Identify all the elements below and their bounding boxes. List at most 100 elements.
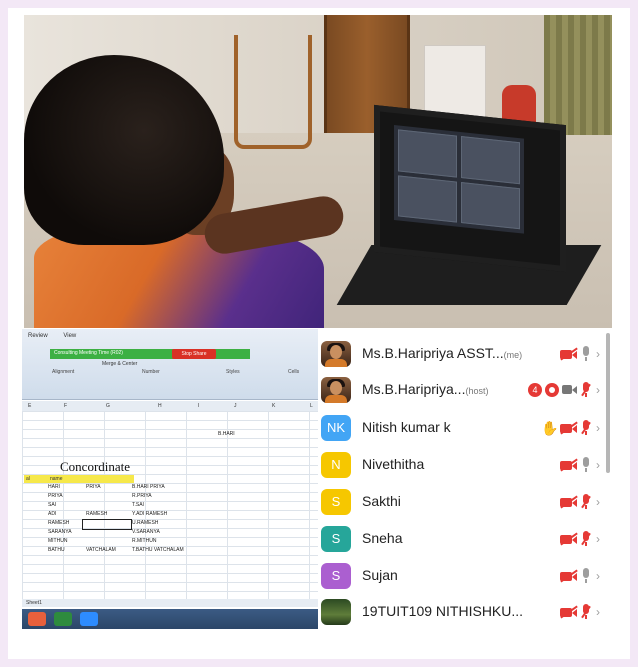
laptop-screen (374, 104, 566, 273)
zoom-icon[interactable] (80, 612, 98, 626)
video-tile (461, 181, 520, 230)
mic-on-icon (581, 457, 591, 473)
ribbon-tabs: Review View (28, 333, 90, 339)
video-off-icon (560, 421, 578, 435)
participant-tag: (host) (465, 386, 489, 396)
meeting-share-bar: Consulting Meeting Time (R02) (50, 349, 250, 359)
chevron-right-icon[interactable]: › (594, 458, 602, 472)
chevron-right-icon[interactable]: › (594, 421, 602, 435)
sheet-heading[interactable]: Concordinate (60, 459, 130, 475)
participant-status-icons: › (560, 567, 602, 585)
selected-cell[interactable] (82, 519, 132, 530)
table-row[interactable]: RAMESH U.RAMESH (22, 520, 242, 528)
participant-row[interactable]: N Nivethitha › (318, 446, 610, 482)
video-off-icon (560, 458, 578, 472)
chevron-right-icon[interactable]: › (594, 569, 602, 583)
chevron-right-icon[interactable]: › (594, 495, 602, 509)
participant-row[interactable]: Ms.B.Haripriya ASST...(me) › (318, 335, 610, 371)
participant-row[interactable]: S Sneha › (318, 520, 610, 556)
excel-ribbon: Review View Consulting Meeting Time (R02… (22, 329, 320, 400)
participant-row[interactable]: NK Nitish kumar k ✋ › (318, 409, 610, 445)
col-header[interactable]: L (310, 403, 313, 409)
chevron-right-icon[interactable]: › (594, 605, 602, 619)
table-row[interactable]: HARI PRIYA B.HARI PRIYA (22, 484, 242, 492)
col-header[interactable]: K (272, 403, 275, 409)
col-header[interactable]: I (198, 403, 199, 409)
participant-name: Nitish kumar k (362, 419, 451, 435)
participant-avatar: S (321, 563, 351, 589)
video-off-icon (560, 495, 578, 509)
participant-row[interactable]: S Sakthi › (318, 483, 610, 519)
col-header[interactable]: G (106, 403, 110, 409)
notification-badge: 4 (528, 383, 542, 397)
participants-list: Ms.B.Haripriya ASST...(me) › Ms.B.Haripr… (318, 329, 610, 639)
cell-value[interactable]: B.HARI (218, 431, 235, 437)
participant-name: Nivethitha (362, 456, 425, 472)
sheet-tabs: Sheet1 (22, 599, 320, 607)
participant-row[interactable]: Ms.B.Haripriya...(host) 4 › (318, 371, 610, 407)
header-cell: al (26, 476, 30, 482)
table-row[interactable]: PRIYA R.PRIYA (22, 493, 242, 501)
participant-status-icons: 4 › (528, 381, 602, 399)
table-row[interactable]: SARANYA V.SARANYA (22, 529, 242, 537)
participant-status-icons: › (560, 493, 602, 511)
chevron-right-icon[interactable]: › (594, 347, 602, 361)
video-off-icon (560, 532, 578, 546)
app-icon[interactable] (28, 612, 46, 626)
participant-name: Sneha (362, 530, 403, 546)
table-row[interactable]: ADI RAMESH Y.ADI RAMESH (22, 511, 242, 519)
participant-avatar: N (321, 452, 351, 478)
participant-avatar: S (321, 526, 351, 552)
merge-center-button[interactable]: Merge & Center (102, 361, 137, 367)
video-on-icon (562, 384, 578, 396)
mic-off-icon (581, 382, 591, 398)
participant-status-icons: ✋ › (541, 419, 602, 437)
raised-hand-icon: ✋ (541, 419, 559, 436)
col-header[interactable]: F (64, 403, 67, 409)
video-off-icon (560, 347, 578, 361)
mic-off-icon (581, 420, 591, 436)
header-cell: name (50, 476, 63, 482)
chevron-right-icon[interactable]: › (594, 532, 602, 546)
meeting-title: Consulting Meeting Time (R02) (54, 350, 123, 356)
table-row[interactable]: BATHU VATCHALAM T.BATHU VATCHALAM (22, 547, 242, 555)
col-header[interactable]: J (234, 403, 237, 409)
participant-avatar: NK (321, 415, 351, 441)
participant-status-icons: › (560, 345, 602, 363)
stop-share-button[interactable]: Stop Share (172, 349, 216, 359)
ribbon-tab-view[interactable]: View (63, 333, 76, 339)
video-tile (398, 174, 457, 223)
video-tile (398, 129, 457, 178)
excel-icon[interactable] (54, 612, 72, 626)
video-grid (394, 125, 524, 234)
spreadsheet-screenshot: Review View Consulting Meeting Time (R02… (22, 329, 320, 629)
ribbon-tab-review[interactable]: Review (28, 333, 48, 339)
person-using-laptop (24, 55, 347, 328)
video-tile (461, 136, 520, 184)
col-header[interactable]: E (28, 403, 31, 409)
participant-avatar (321, 377, 351, 403)
participant-name: Ms.B.Haripriya...(host) (362, 381, 489, 397)
table-row[interactable]: MITHUN R.MITHUN (22, 538, 242, 546)
mic-on-icon (581, 346, 591, 362)
mic-off-icon (581, 531, 591, 547)
participant-name: Sujan (362, 567, 398, 583)
participant-name: 19TUIT109 NITHISHKU... (362, 603, 524, 619)
table-row[interactable]: SAI T.SAI (22, 502, 242, 510)
participant-name: Ms.B.Haripriya ASST...(me) (362, 345, 523, 361)
group-number: Number (142, 369, 160, 375)
mic-on-icon (581, 568, 591, 584)
participant-row[interactable]: 19TUIT109 NITHISHKU... › (318, 593, 610, 629)
group-alignment: Alignment (52, 369, 75, 375)
chevron-right-icon[interactable]: › (594, 383, 602, 397)
participant-row[interactable]: S Sujan › (318, 557, 610, 593)
video-off-icon (560, 605, 578, 619)
participant-tag: (me) (503, 350, 523, 360)
participant-avatar: S (321, 489, 351, 515)
hair (24, 55, 224, 245)
name-header-row[interactable]: al name (24, 475, 134, 483)
participant-status-icons: › (560, 603, 602, 621)
col-header[interactable]: H (158, 403, 162, 409)
video-off-icon (560, 569, 578, 583)
sheet-tab[interactable]: Sheet1 (26, 600, 42, 606)
